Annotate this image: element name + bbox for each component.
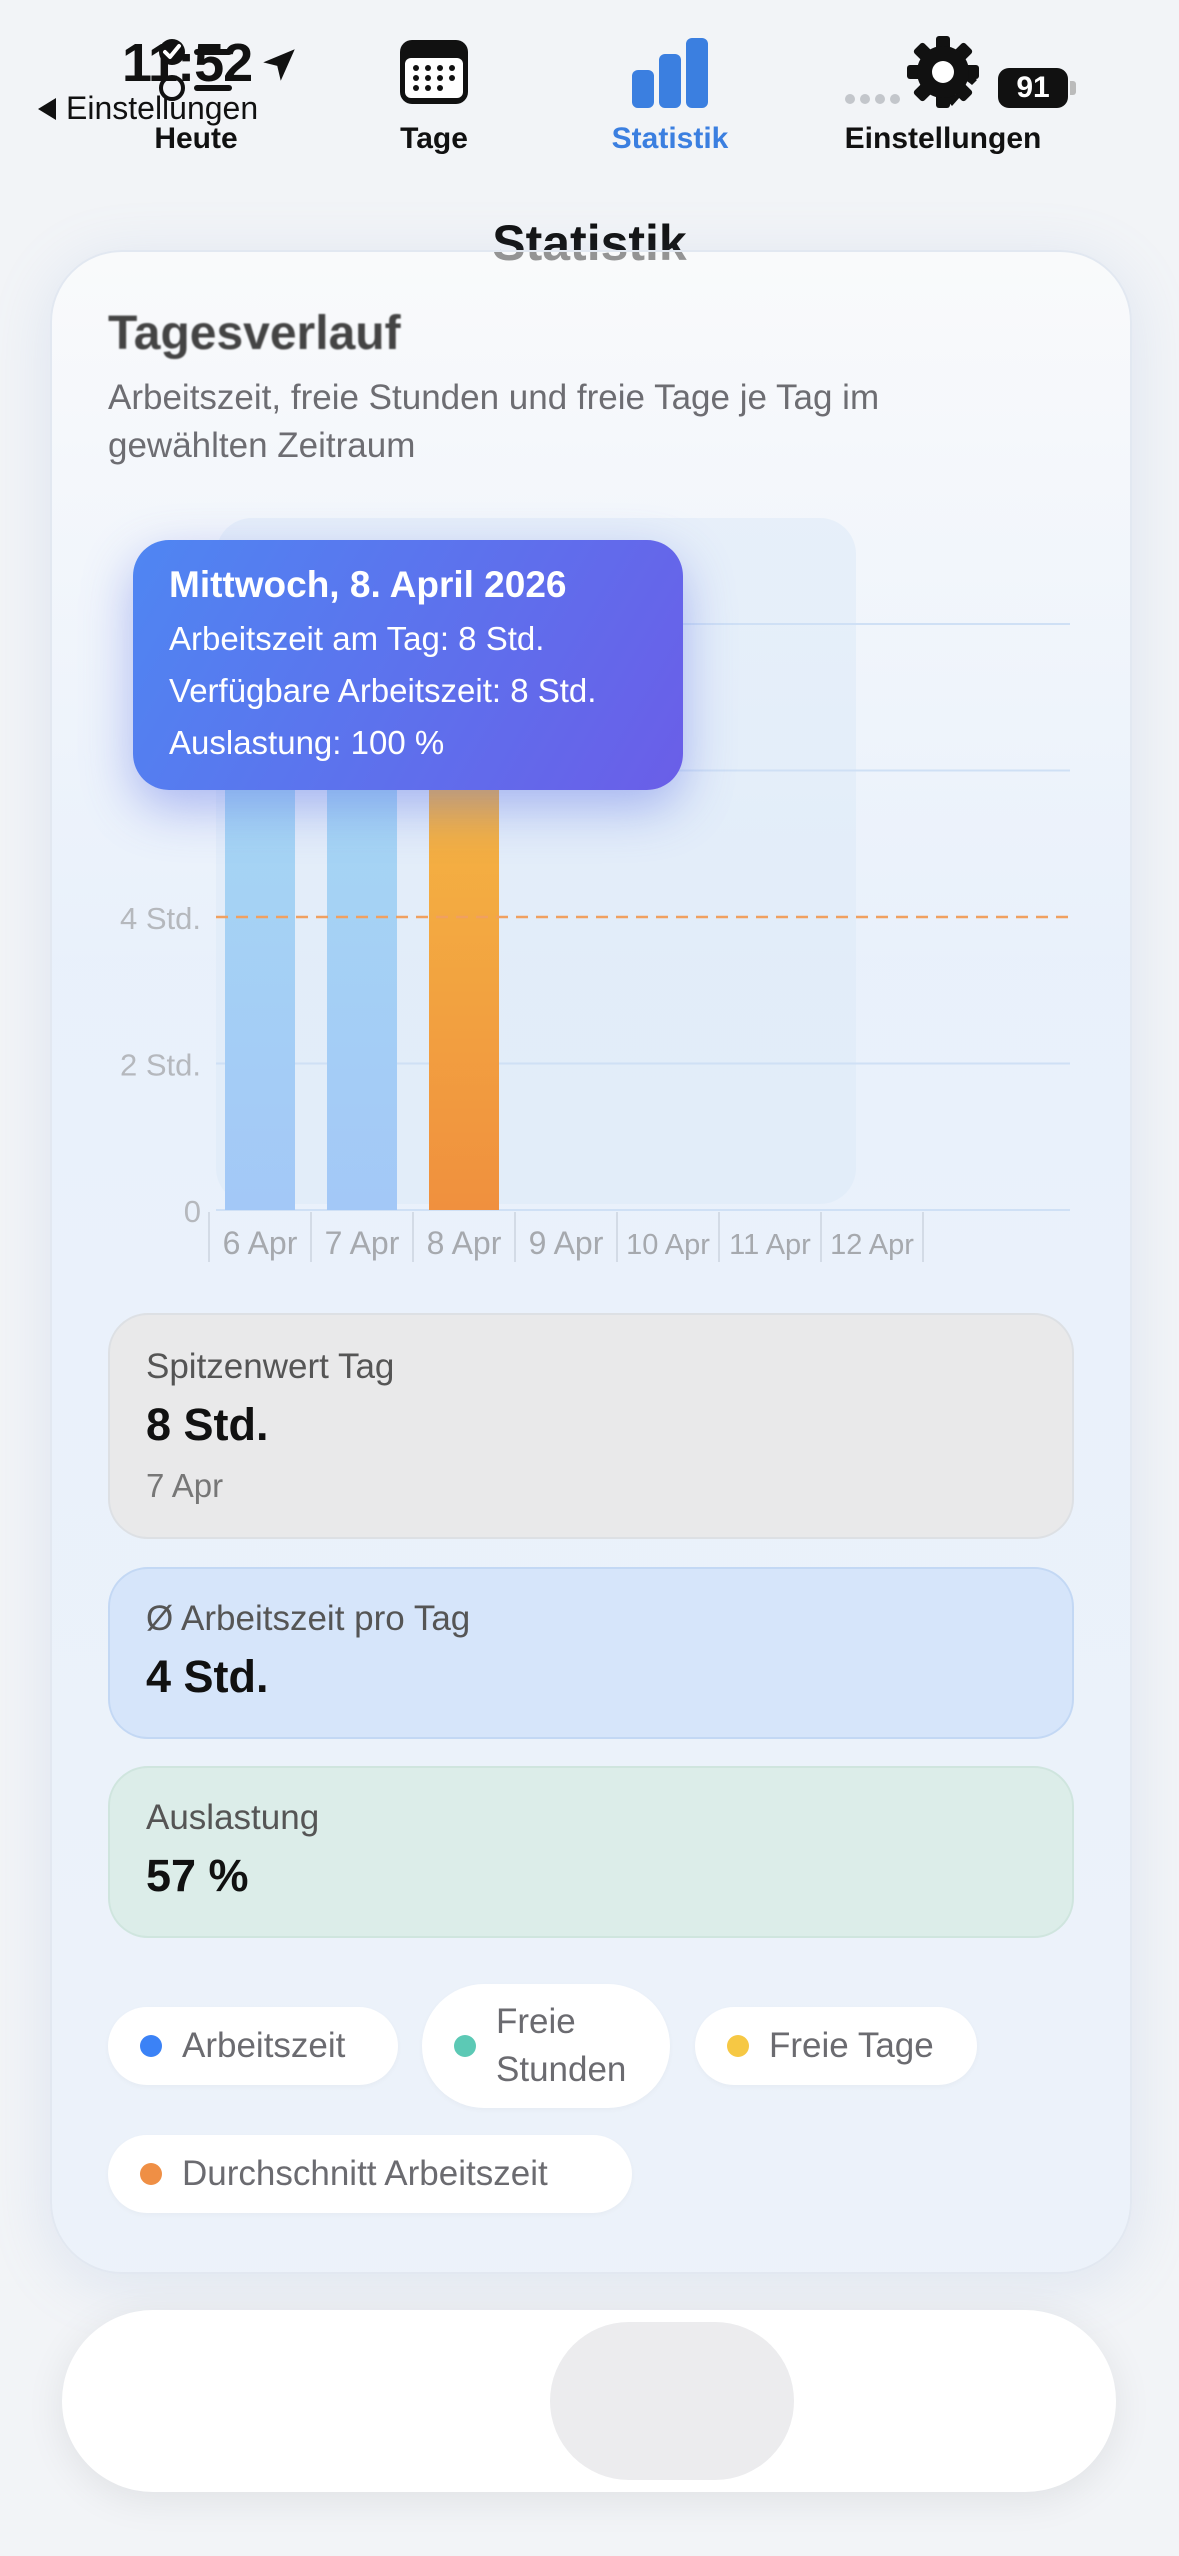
x-tick-label: 12 Apr xyxy=(830,1229,914,1261)
y-tick-label: 0 xyxy=(184,1194,201,1229)
tooltip-available: Verfügbare Arbeitszeit: 8 Std. xyxy=(169,672,597,709)
card-subtitle: Arbeitszeit, freie Stunden und freie Tag… xyxy=(108,378,880,465)
utilization-stat: Auslastung 57 % xyxy=(108,1766,1074,1938)
tooltip-utilization: Auslastung: 100 % xyxy=(169,724,445,761)
tab-heute[interactable]: Heute xyxy=(96,0,296,182)
peak-day-stat: Spitzenwert Tag 8 Std. 7 Apr xyxy=(108,1313,1074,1539)
avg-value: 4 Std. xyxy=(146,1651,269,1702)
x-tick-label: 9 Apr xyxy=(529,1225,604,1261)
tab-tage[interactable]: Tage xyxy=(334,0,534,182)
x-tick-label: 8 Apr xyxy=(427,1225,502,1261)
legend-free-days: Freie Tage xyxy=(695,2007,977,2085)
x-tick-label: 6 Apr xyxy=(223,1225,298,1261)
y-tick-label: 2 Std. xyxy=(120,1048,201,1083)
util-value: 57 % xyxy=(146,1850,249,1901)
legend-dot-average xyxy=(140,2163,162,2185)
legend-dot-worktime xyxy=(140,2035,162,2057)
y-tick-label: 4 Std. xyxy=(120,901,201,936)
legend-free-hours: Freie Stunden xyxy=(422,1984,670,2108)
legend-label-average: Durchschnitt Arbeitszeit xyxy=(182,2154,548,2193)
avg-label: Ø Arbeitszeit pro Tag xyxy=(146,1599,471,1638)
peak-value: 8 Std. xyxy=(146,1399,269,1450)
tab-label-heute: Heute xyxy=(154,122,238,155)
peak-label: Spitzenwert Tag xyxy=(146,1347,395,1386)
average-worktime-stat: Ø Arbeitszeit pro Tag 4 Std. xyxy=(108,1567,1074,1739)
tab-active-highlight xyxy=(550,2322,794,2480)
tooltip-title: Mittwoch, 8. April 2026 xyxy=(169,564,567,605)
chart-tooltip: Mittwoch, 8. April 2026 Arbeitszeit am T… xyxy=(133,540,683,790)
legend-average-worktime: Durchschnitt Arbeitszeit xyxy=(108,2135,632,2213)
tab-einstellungen[interactable]: Einstellungen xyxy=(828,0,1058,182)
peak-date: 7 Apr xyxy=(146,1467,224,1504)
util-label: Auslastung xyxy=(146,1798,320,1837)
legend-label-worktime: Arbeitszeit xyxy=(182,2026,346,2065)
x-tick-label: 10 Apr xyxy=(626,1229,710,1261)
tab-statistik[interactable]: Statistik xyxy=(570,0,770,182)
bar-chart-icon xyxy=(632,38,708,108)
gear-icon xyxy=(907,36,979,108)
calendar-icon xyxy=(400,40,468,104)
tab-label-tage: Tage xyxy=(400,122,468,155)
tooltip-worktime: Arbeitszeit am Tag: 8 Std. xyxy=(169,620,545,657)
legend-worktime: Arbeitszeit xyxy=(108,2007,398,2085)
legend-label-free-days: Freie Tage xyxy=(769,2026,934,2065)
legend-dot-free-days xyxy=(727,2035,749,2057)
tab-label-statistik: Statistik xyxy=(611,122,729,155)
legend-label-free-hours: Freie Stunden xyxy=(496,2002,627,2089)
card-title: Tagesverlauf xyxy=(108,307,401,360)
x-tick-label: 11 Apr xyxy=(729,1229,811,1261)
x-tick-label: 7 Apr xyxy=(325,1225,400,1261)
back-arrow-icon xyxy=(38,97,56,120)
tab-label-einstellungen: Einstellungen xyxy=(844,122,1042,155)
checklist-icon xyxy=(159,39,232,101)
legend-dot-free-hours xyxy=(454,2035,476,2057)
